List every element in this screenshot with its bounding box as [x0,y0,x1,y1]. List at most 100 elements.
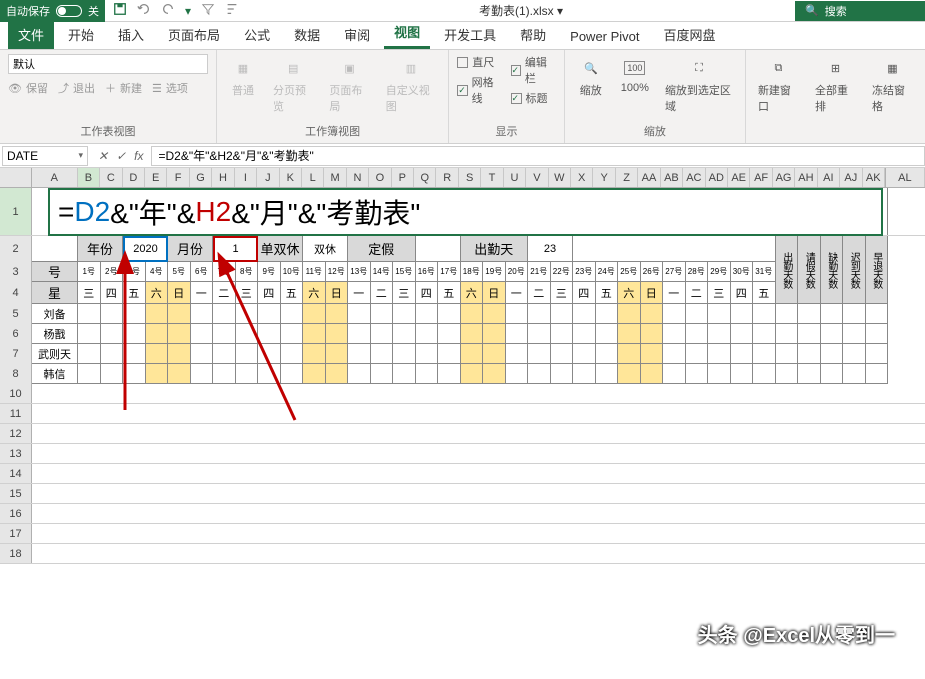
cell[interactable]: 杨戬 [32,324,78,344]
cell[interactable] [168,324,191,344]
cell[interactable] [551,364,574,384]
column-header[interactable]: I [235,168,257,187]
cell[interactable] [32,236,78,262]
column-header[interactable]: L [302,168,324,187]
sheet-view-dropdown[interactable]: 默认 [8,54,208,74]
cell[interactable] [461,364,484,384]
column-header[interactable]: AJ [840,168,862,187]
tab-view[interactable]: 视图 [384,17,430,49]
cell[interactable]: 五 [596,282,619,304]
column-header[interactable]: W [549,168,571,187]
cell[interactable]: 刘备 [32,304,78,324]
cell[interactable] [641,364,664,384]
cell[interactable] [776,304,799,324]
column-header[interactable]: Q [414,168,436,187]
cell[interactable] [461,344,484,364]
cell[interactable] [866,344,889,364]
cell[interactable] [438,324,461,344]
cell[interactable] [708,304,731,324]
cell[interactable] [416,304,439,324]
cell[interactable] [32,464,912,483]
cell[interactable] [483,344,506,364]
cell[interactable]: 武则天 [32,344,78,364]
fx-icon[interactable]: fx [134,149,143,163]
cell[interactable] [641,304,664,324]
tab-data[interactable]: 数据 [284,20,330,49]
cell[interactable]: 23 [528,236,573,262]
cell[interactable]: 30号 [731,262,754,282]
cell[interactable]: 二 [528,282,551,304]
worksheet-grid[interactable]: ABCDEFGHIJKLMNOPQRSTUVWXYZAAABACADAEAFAG… [0,168,925,678]
cell[interactable]: 15号 [393,262,416,282]
cell[interactable] [573,324,596,344]
tab-review[interactable]: 审阅 [334,20,380,49]
row-header[interactable]: 11 [0,404,32,423]
cell[interactable] [32,444,912,463]
tab-home[interactable]: 开始 [58,20,104,49]
cell[interactable] [483,304,506,324]
row-header[interactable]: 16 [0,504,32,523]
cell[interactable] [708,364,731,384]
cell[interactable]: 四 [416,282,439,304]
cell[interactable] [686,304,709,324]
cell[interactable] [393,364,416,384]
cell[interactable]: 早退天数 [866,236,889,304]
custom-view-button[interactable]: ▥自定义视图 [382,54,440,116]
cell[interactable]: 三 [551,282,574,304]
column-header[interactable]: S [459,168,481,187]
keep-button[interactable]: 👁保留 [8,80,48,96]
column-header[interactable]: V [526,168,548,187]
cell[interactable]: 三 [393,282,416,304]
cell[interactable]: 19号 [483,262,506,282]
cell[interactable]: 四 [573,282,596,304]
cell[interactable] [32,544,912,563]
tab-insert[interactable]: 插入 [108,20,154,49]
cell[interactable] [348,344,371,364]
cell[interactable] [32,504,912,523]
row-header[interactable]: 8 [0,364,32,384]
column-header[interactable]: T [481,168,503,187]
autosave-toggle[interactable]: 自动保存 关 [0,0,105,22]
cell[interactable]: 日 [168,282,191,304]
row-header[interactable]: 1 [0,188,32,235]
row-header[interactable]: 13 [0,444,32,463]
cell[interactable]: 出勤天 [461,236,529,262]
row-header[interactable]: 12 [0,424,32,443]
column-header[interactable]: M [324,168,346,187]
cell[interactable] [596,344,619,364]
column-header[interactable]: X [571,168,593,187]
active-cell-edit[interactable]: =D2&"年"&H2&"月"&"考勤表" [48,188,883,236]
column-header[interactable]: U [504,168,526,187]
zoom-100-button[interactable]: 100100% [617,54,653,96]
cell[interactable] [776,324,799,344]
cell[interactable] [438,304,461,324]
cell[interactable] [798,324,821,344]
cell[interactable] [506,364,529,384]
row-header[interactable]: 4 [0,282,32,304]
cell[interactable]: 缺勤天数 [821,236,844,304]
view-options-button[interactable]: ☰选项 [152,80,188,96]
column-header[interactable]: AB [661,168,683,187]
tab-developer[interactable]: 开发工具 [434,20,506,49]
cell[interactable]: 五 [438,282,461,304]
cell[interactable] [416,364,439,384]
column-header[interactable]: K [280,168,302,187]
cell[interactable]: 六 [618,282,641,304]
cell[interactable] [371,304,394,324]
column-header[interactable]: D [123,168,145,187]
cell[interactable] [798,344,821,364]
cell[interactable]: 31号 [753,262,776,282]
cell[interactable] [393,304,416,324]
cell[interactable] [32,484,912,503]
cell[interactable] [483,364,506,384]
row-header[interactable]: 10 [0,384,32,403]
cell[interactable] [438,344,461,364]
cell[interactable] [708,324,731,344]
cell[interactable] [416,344,439,364]
cell[interactable] [326,324,349,344]
cell[interactable] [843,324,866,344]
search-box[interactable]: 🔍 搜索 [795,1,925,21]
cell[interactable] [663,344,686,364]
cell[interactable]: 16号 [416,262,439,282]
column-header[interactable]: AI [818,168,840,187]
